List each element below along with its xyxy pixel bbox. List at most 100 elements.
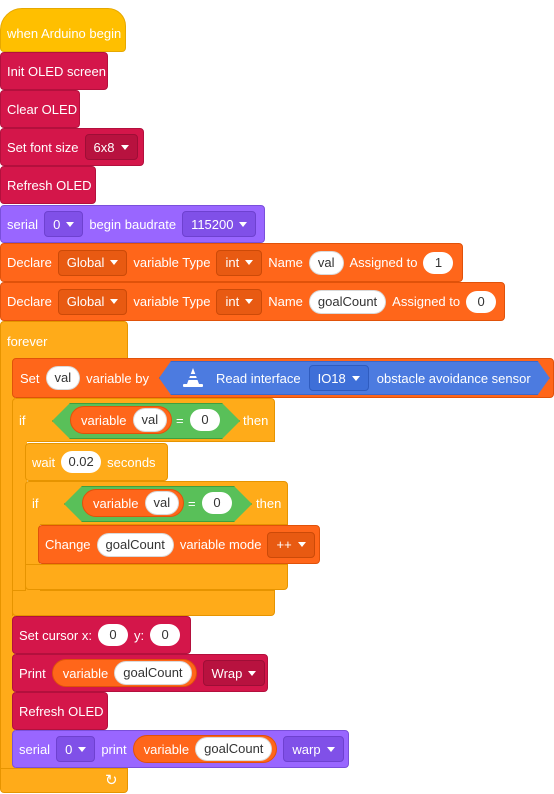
pin-dropdown[interactable]: IO18 xyxy=(309,365,369,391)
wait-seconds-input[interactable]: 0.02 xyxy=(61,451,102,473)
variable-reporter[interactable]: variable val xyxy=(82,489,185,517)
print-label: print xyxy=(101,741,127,757)
variable-reporter[interactable]: variable goalCount xyxy=(51,659,197,687)
variable-label: variable xyxy=(81,412,127,428)
forever-block[interactable]: forever xyxy=(0,321,128,361)
assigned-to-label: Assigned to xyxy=(392,294,461,309)
type-dropdown[interactable]: int xyxy=(216,249,263,276)
variable-name-input[interactable]: goalCount xyxy=(195,737,273,761)
font-size-value: 6x8 xyxy=(93,139,115,155)
chevron-down-icon xyxy=(248,670,257,676)
variable-label: variable xyxy=(143,741,190,757)
then-label: then xyxy=(243,413,269,428)
clear-oled-label: Clear OLED xyxy=(7,101,78,117)
pin-value: IO18 xyxy=(317,370,346,386)
if-bottom xyxy=(12,590,275,616)
serial-port-dropdown[interactable]: 0 xyxy=(44,211,84,237)
begin-baudrate-label: begin baudrate xyxy=(89,216,177,232)
variable-by-label: variable by xyxy=(86,370,150,386)
cursor-x-input[interactable]: 0 xyxy=(97,624,128,646)
scope-dropdown[interactable]: Global xyxy=(57,249,128,276)
scope-dropdown[interactable]: Global xyxy=(57,288,128,315)
change-variable-input[interactable]: goalCount xyxy=(96,532,174,557)
font-size-dropdown[interactable]: 6x8 xyxy=(84,134,138,160)
print-label: Print xyxy=(19,665,46,681)
declare-goalcount-block[interactable]: Declare Global variable Type int Name go… xyxy=(0,282,505,321)
refresh-oled-label: Refresh OLED xyxy=(7,177,92,193)
cursor-y-input[interactable]: 0 xyxy=(150,624,181,646)
chevron-down-icon xyxy=(245,299,254,304)
forever-label: forever xyxy=(7,334,48,349)
serial-port-dropdown[interactable]: 0 xyxy=(56,736,96,762)
set-variable-input[interactable]: val xyxy=(45,366,81,390)
declare-label: Declare xyxy=(7,294,52,309)
then-label: then xyxy=(256,496,282,511)
baudrate-dropdown[interactable]: 115200 xyxy=(182,211,257,237)
variable-reporter[interactable]: variable val xyxy=(70,406,173,434)
serial-label: serial xyxy=(19,741,51,757)
set-variable-block[interactable]: Set val variable by Read interface IO18 … xyxy=(12,358,554,398)
serial-port-value: 0 xyxy=(53,216,61,232)
chevron-down-icon xyxy=(297,542,306,547)
variable-name-input[interactable]: val xyxy=(132,408,168,432)
assigned-value-input[interactable]: 1 xyxy=(423,251,454,274)
font-size-label: Set font size xyxy=(7,139,79,155)
change-variable-block[interactable]: Change goalCount variable mode ++ xyxy=(38,525,320,564)
type-value: int xyxy=(225,294,240,309)
mode-value: ++ xyxy=(276,537,292,552)
refresh-oled-block[interactable]: Refresh OLED xyxy=(12,692,108,730)
variable-label: variable xyxy=(93,495,139,511)
serial-print-mode-value: warp xyxy=(292,741,321,757)
variable-mode-label: variable mode xyxy=(179,537,262,552)
variable-type-label: variable Type xyxy=(133,294,211,309)
type-value: int xyxy=(225,255,240,270)
mode-dropdown[interactable]: ++ xyxy=(267,531,315,558)
set-cursor-block[interactable]: Set cursor x: 0 y: 0 xyxy=(12,616,191,654)
hat-label: when Arduino begin xyxy=(7,25,122,41)
compare-value-input[interactable]: 0 xyxy=(202,492,232,514)
chevron-down-icon xyxy=(239,221,248,227)
read-interface-label: Read interface xyxy=(216,370,301,386)
print-mode-value: Wrap xyxy=(211,665,243,681)
cone-sensor-icon xyxy=(178,366,208,390)
serial-print-mode-dropdown[interactable]: warp xyxy=(283,736,344,762)
chevron-down-icon xyxy=(326,746,335,752)
type-dropdown[interactable]: int xyxy=(216,288,263,315)
name-label: Name xyxy=(268,294,303,309)
set-cursor-label: Set cursor x: xyxy=(19,627,92,643)
init-oled-block[interactable]: Init OLED screen xyxy=(0,52,108,90)
variable-name-input[interactable]: val xyxy=(144,491,180,515)
chevron-down-icon xyxy=(120,144,129,150)
assigned-to-label: Assigned to xyxy=(349,255,418,270)
when-arduino-begin-hat[interactable]: when Arduino begin xyxy=(0,8,126,52)
nested-if-bottom xyxy=(25,564,288,590)
serial-print-block[interactable]: serial 0 print variable goalCount warp xyxy=(12,730,349,768)
serial-begin-block[interactable]: serial 0 begin baudrate 115200 xyxy=(0,205,265,243)
declare-val-block[interactable]: Declare Global variable Type int Name va… xyxy=(0,243,463,282)
refresh-oled-block[interactable]: Refresh OLED xyxy=(0,166,96,204)
compare-value-input[interactable]: 0 xyxy=(190,409,220,431)
wait-label: wait xyxy=(32,454,56,470)
equals-operator: = xyxy=(176,413,184,428)
assigned-value-input[interactable]: 0 xyxy=(466,290,497,313)
variable-name-input[interactable]: val xyxy=(308,250,344,275)
equals-operator: = xyxy=(188,496,196,511)
variable-type-label: variable Type xyxy=(133,255,211,270)
set-font-size-block[interactable]: Set font size 6x8 xyxy=(0,128,144,166)
wait-block[interactable]: wait 0.02 seconds xyxy=(25,443,168,481)
loop-arrow-icon: ↻ xyxy=(105,772,118,789)
baudrate-value: 115200 xyxy=(191,216,234,232)
if-label: if xyxy=(19,413,26,428)
set-label: Set xyxy=(20,370,40,386)
print-mode-dropdown[interactable]: Wrap xyxy=(202,660,266,686)
change-label: Change xyxy=(45,537,91,552)
cursor-y-label: y: xyxy=(133,627,145,643)
clear-oled-block[interactable]: Clear OLED xyxy=(0,90,80,128)
variable-reporter[interactable]: variable goalCount xyxy=(132,735,278,763)
print-block[interactable]: Print variable goalCount Wrap xyxy=(12,654,268,692)
variable-name-input[interactable]: goalCount xyxy=(308,289,387,314)
scope-value: Global xyxy=(66,294,105,309)
variable-name-input[interactable]: goalCount xyxy=(114,661,192,685)
chevron-down-icon xyxy=(110,299,119,304)
read-sensor-reporter[interactable]: Read interface IO18 obstacle avoidance s… xyxy=(159,361,550,395)
